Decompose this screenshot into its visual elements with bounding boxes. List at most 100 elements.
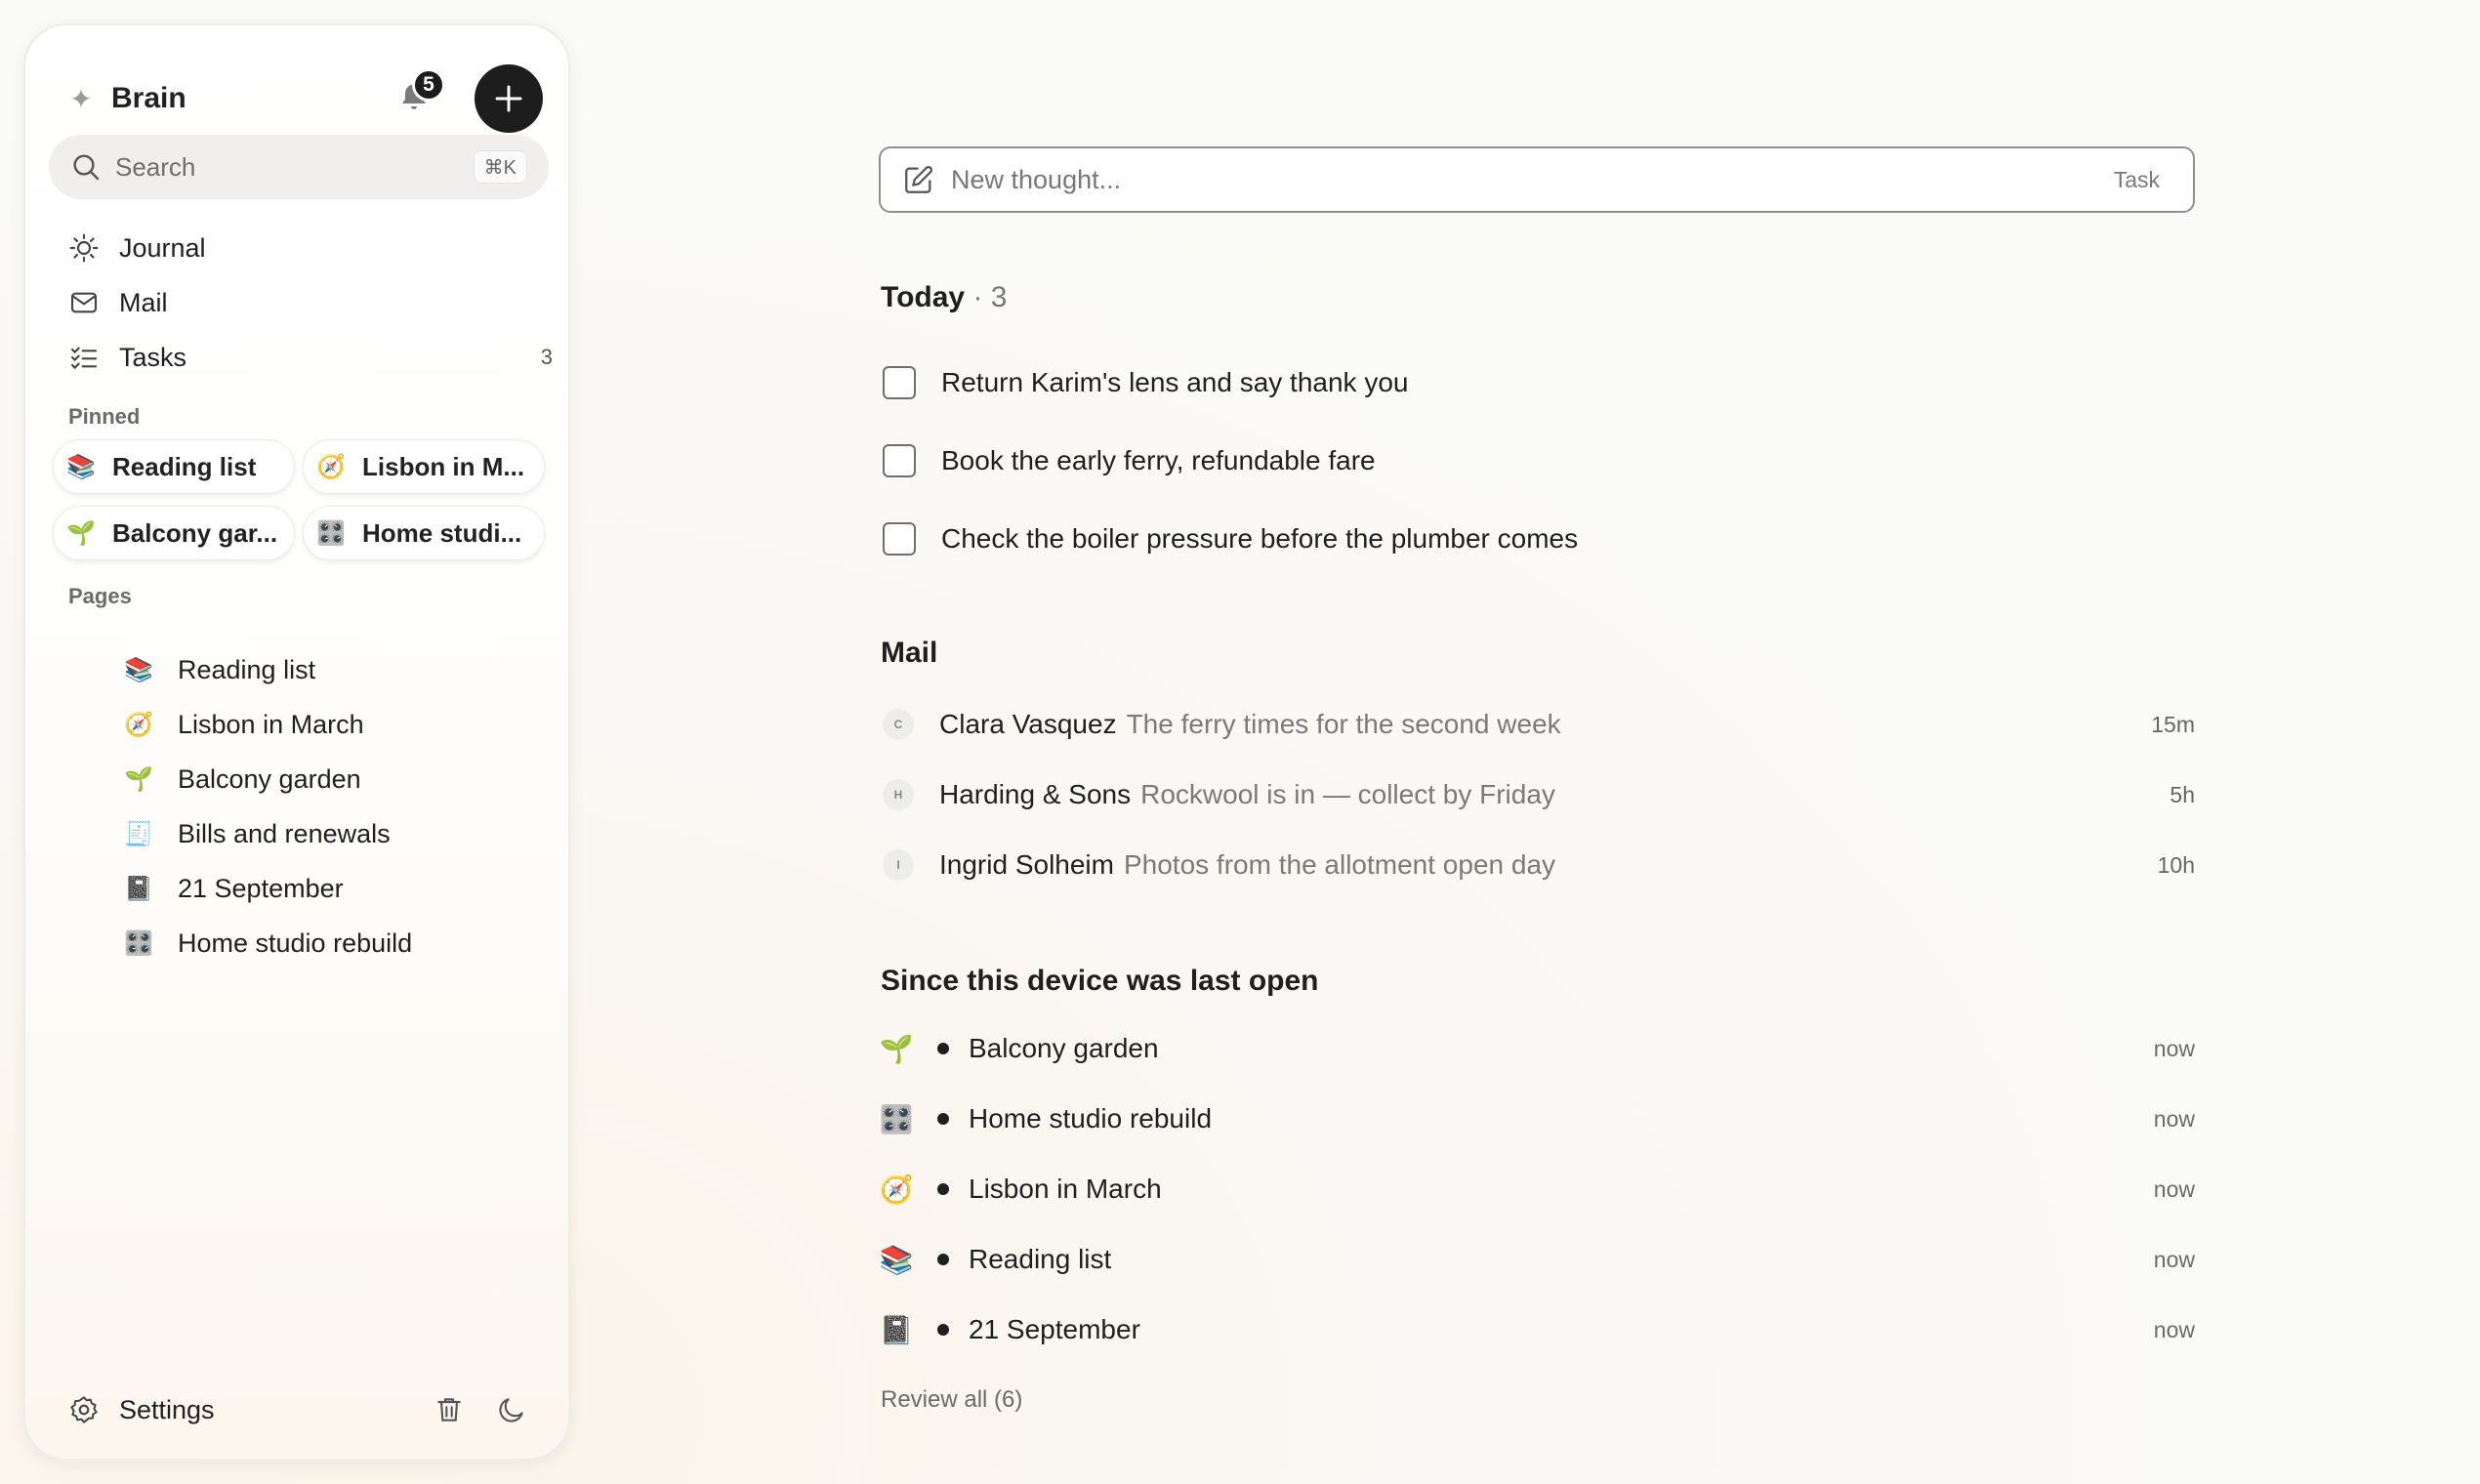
today-task-list: Return Karim's lens and say thank you Bo… — [883, 344, 2191, 578]
notifications-button[interactable]: 5 — [396, 68, 445, 119]
page-item[interactable]: 🎛️ Home studio rebuild — [123, 916, 533, 970]
new-thought-placeholder: New thought... — [951, 164, 1122, 194]
page-item-label: Home studio rebuild — [178, 928, 413, 958]
pinned-list: 📚 Reading list 🧭 Lisbon in M... 🌱 Balcon… — [53, 439, 553, 560]
pinned-heading: Pinned — [68, 404, 141, 429]
task-item: Return Karim's lens and say thank you — [883, 344, 2191, 422]
tasks-count: 3 — [540, 345, 553, 369]
bullet — [937, 1113, 949, 1125]
mail-item[interactable]: C Clara Vasquez The ferry times for the … — [883, 689, 2195, 760]
today-count: · 3 — [972, 281, 1008, 313]
trash-icon[interactable] — [434, 1394, 465, 1425]
task-mode-toggle[interactable]: Task — [2114, 167, 2160, 193]
brain-logo-icon: ✦ — [69, 83, 93, 114]
pinned-item-balcony-garden[interactable]: 🌱 Balcony gar... — [53, 506, 295, 560]
nav-item-journal[interactable]: Journal — [68, 221, 553, 275]
task-item: Book the early ferry, refundable fare — [883, 422, 2191, 500]
list-item[interactable]: 🌱 Balcony garden now — [879, 1013, 2195, 1084]
brand-name[interactable]: Brain — [111, 82, 186, 115]
mail-time: 10h — [2157, 851, 2195, 878]
mail-icon — [70, 292, 98, 313]
nav-item-mail[interactable]: Mail — [68, 275, 553, 330]
task-label[interactable]: Check the boiler pressure before the plu… — [941, 523, 1578, 555]
item-time: now — [2153, 1316, 2195, 1342]
list-item[interactable]: 📚 Reading list now — [879, 1224, 2195, 1295]
item-label: Lisbon in March — [969, 1174, 1162, 1204]
task-item: Check the boiler pressure before the plu… — [883, 500, 2191, 578]
mail-item[interactable]: I Ingrid Solheim Photos from the allotme… — [883, 830, 2195, 900]
task-checkbox[interactable] — [883, 522, 916, 556]
control-knobs-icon: 🎛️ — [124, 929, 153, 957]
page-item[interactable]: 📓 21 September — [123, 861, 533, 916]
page-item-label: Reading list — [178, 654, 316, 684]
pages-list: 📚 Reading list 🧭 Lisbon in March 🌱 Balco… — [123, 642, 533, 970]
sidebar: ✦ Brain 5 Search ⌘K Journal Mail Tasks 3… — [23, 23, 570, 1461]
checklist-icon — [70, 347, 98, 370]
list-item[interactable]: 🎛️ Home studio rebuild now — [879, 1084, 2195, 1154]
pinned-item-home-studio[interactable]: 🎛️ Home studi... — [303, 506, 545, 560]
list-item[interactable]: 🧭 Lisbon in March now — [879, 1154, 2195, 1224]
task-label[interactable]: Book the early ferry, refundable fare — [941, 445, 1376, 476]
mail-heading: Mail — [881, 637, 938, 669]
gear-icon[interactable] — [68, 1394, 100, 1425]
sidebar-header: ✦ Brain 5 — [64, 64, 543, 133]
item-label: Reading list — [969, 1244, 1112, 1274]
mail-subject: Photos from the allotment open day — [1123, 849, 1556, 880]
bullet — [937, 1183, 949, 1195]
moon-icon[interactable] — [496, 1394, 527, 1425]
avatar: I — [883, 849, 914, 881]
books-icon: 📚 — [879, 1244, 914, 1275]
pinned-item-label: Lisbon in M... — [362, 451, 525, 481]
seedling-icon: 🌱 — [124, 765, 153, 793]
sidebar-footer: Settings — [68, 1388, 539, 1431]
page-item-label: Bills and renewals — [178, 818, 391, 848]
search-label: Search — [115, 151, 196, 182]
task-label[interactable]: Return Karim's lens and say thank you — [941, 367, 1408, 398]
mail-sender: Ingrid Solheim — [939, 849, 1114, 880]
notebook-icon: 📓 — [879, 1314, 914, 1345]
sun-icon — [69, 233, 99, 263]
search-bar[interactable]: Search ⌘K — [49, 135, 549, 199]
page-item[interactable]: 🧾 Bills and renewals — [123, 806, 533, 861]
plus-icon — [495, 85, 522, 112]
review-all-link[interactable]: Review all (6) — [881, 1386, 1022, 1414]
item-label: 21 September — [969, 1314, 1140, 1344]
compass-icon: 🧭 — [316, 453, 346, 480]
item-time: now — [2153, 1035, 2195, 1061]
settings-link[interactable]: Settings — [119, 1395, 215, 1425]
mail-item[interactable]: H Harding & Sons Rockwool is in — collec… — [883, 760, 2195, 830]
compass-icon: 🧭 — [879, 1174, 914, 1205]
books-icon: 📚 — [66, 453, 96, 480]
list-item[interactable]: 📓 21 September now — [879, 1295, 2195, 1365]
mail-sender: Harding & Sons — [939, 779, 1132, 809]
main-nav: Journal Mail Tasks 3 — [68, 221, 553, 385]
mail-subject: The ferry times for the second week — [1126, 709, 1561, 739]
pinned-item-reading-list[interactable]: 📚 Reading list — [53, 439, 295, 494]
pinned-item-label: Home studi... — [362, 517, 522, 548]
today-title: Today — [881, 281, 966, 313]
notebook-icon: 📓 — [124, 875, 153, 902]
task-checkbox[interactable] — [883, 366, 916, 399]
page-item[interactable]: 📚 Reading list — [123, 642, 533, 697]
page-item-label: Lisbon in March — [178, 709, 364, 739]
nav-item-label: Journal — [119, 232, 206, 263]
avatar: C — [883, 709, 914, 740]
pinned-item-label: Reading list — [112, 451, 257, 481]
nav-item-label: Tasks — [119, 342, 187, 372]
bullet — [937, 1324, 949, 1336]
task-checkbox[interactable] — [883, 444, 916, 477]
page-item-label: Balcony garden — [178, 763, 361, 794]
since-last-open-heading: Since this device was last open — [881, 965, 1319, 997]
today-heading: Today · 3 — [881, 281, 1007, 314]
pages-heading: Pages — [68, 584, 132, 608]
compass-icon: 🧭 — [124, 711, 153, 738]
nav-item-tasks[interactable]: Tasks 3 — [68, 330, 553, 385]
page-item-label: 21 September — [178, 873, 344, 903]
pinned-item-lisbon[interactable]: 🧭 Lisbon in M... — [303, 439, 545, 494]
mail-time: 5h — [2170, 781, 2195, 807]
new-item-button[interactable] — [475, 64, 543, 133]
pinned-item-label: Balcony gar... — [112, 517, 278, 548]
page-item[interactable]: 🧭 Lisbon in March — [123, 697, 533, 752]
page-item[interactable]: 🌱 Balcony garden — [123, 752, 533, 806]
new-thought-input[interactable]: New thought... Task — [879, 146, 2195, 213]
